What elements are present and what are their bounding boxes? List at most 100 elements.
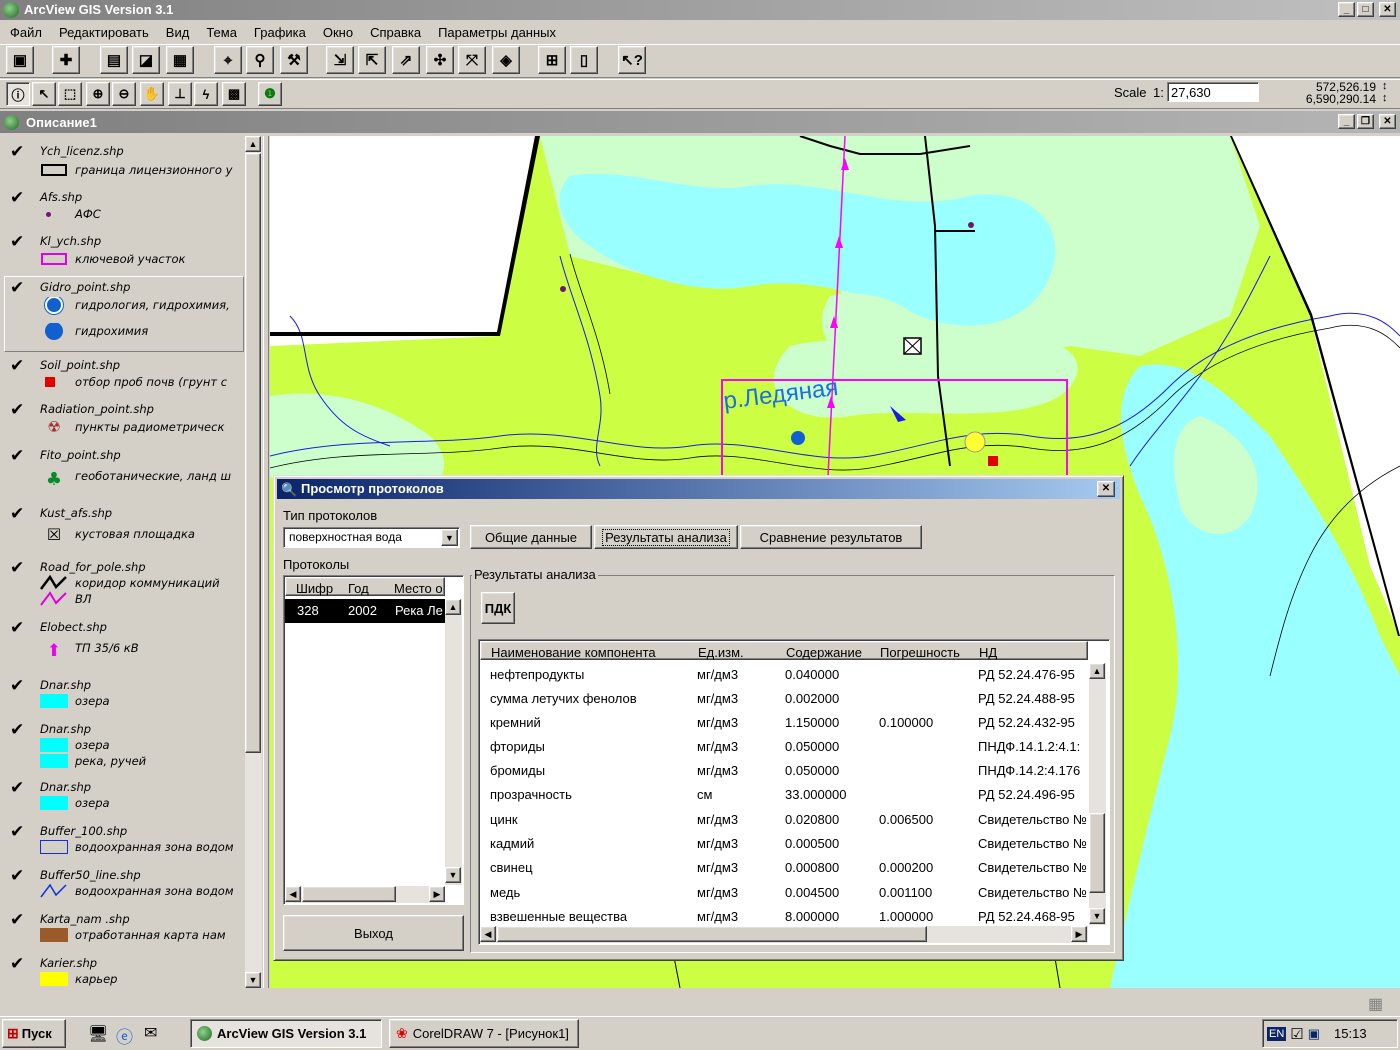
zoom-active-themes-icon[interactable]: ⤧	[458, 46, 486, 74]
pointer-tool-icon[interactable]: ↖	[32, 82, 56, 106]
menu-view[interactable]: Вид	[166, 25, 190, 43]
layer-visible-checkbox[interactable]: ✔	[10, 954, 24, 974]
table-row[interactable]: нефтепродукты мг/дм3 0.040000 РД 52.24.476-…	[480, 663, 1088, 687]
pdk-button[interactable]: ПДК	[481, 592, 515, 624]
tab-general-data[interactable]: Общие данные	[470, 525, 592, 549]
view-minimize-button[interactable]: _	[1338, 114, 1355, 129]
legend-scrollbar[interactable]: ▲ ▼	[245, 136, 262, 988]
zoom-full-extent-icon[interactable]: ✣	[426, 46, 454, 74]
minimize-button[interactable]: _	[1338, 2, 1355, 17]
scroll-thumb[interactable]	[245, 153, 261, 753]
col-nd-header[interactable]: НД	[979, 645, 997, 660]
layer-visible-checkbox[interactable]: ✔	[10, 446, 24, 466]
layer-visible-checkbox[interactable]: ✔	[10, 142, 24, 162]
protocol-row[interactable]: 328 2002 Река Ле	[285, 599, 445, 623]
vertex-edit-tool-icon[interactable]: ⬚	[58, 82, 82, 106]
table-row[interactable]: взвешенные вещества мг/дм3 8.000000 1.00000…	[480, 905, 1088, 925]
identify-tool-icon[interactable]: ⓘ	[6, 82, 30, 106]
show-desktop-icon[interactable]: 🖥	[88, 1024, 108, 1044]
layer-visible-checkbox[interactable]: ✔	[10, 356, 24, 376]
layer-visible-checkbox[interactable]: ✔	[10, 188, 24, 208]
col-place-header[interactable]: Место о	[394, 581, 446, 596]
scroll-down-icon[interactable]: ▼	[445, 867, 461, 883]
close-button[interactable]: ✕	[1379, 2, 1396, 17]
table-row[interactable]: бромиды мг/дм3 0.050000 ПНДФ.14.2:4.176	[480, 759, 1088, 783]
table-row[interactable]: кремний мг/дм3 1.150000 0.100000 РД 52.24.43…	[480, 711, 1088, 735]
menu-edit[interactable]: Редактировать	[59, 25, 149, 43]
view-close-button[interactable]: ✕	[1379, 114, 1396, 129]
ie-icon[interactable]: ⓔ	[116, 1023, 133, 1048]
save-project-icon[interactable]: ▣	[6, 46, 34, 74]
checkbox-tray-icon[interactable]: ☑	[1290, 1025, 1303, 1043]
zoom-in-tool-icon[interactable]: ⊕	[86, 82, 110, 106]
splitter[interactable]	[263, 136, 269, 988]
protocols-vscroll[interactable]: ▲ ▼	[445, 599, 462, 885]
table-row[interactable]: цинк мг/дм3 0.020800 0.006500 Свидетельство …	[480, 808, 1088, 832]
scroll-right-icon[interactable]: ▶	[1071, 926, 1087, 942]
scroll-thumb[interactable]	[1089, 813, 1105, 893]
protocols-hscroll[interactable]: ◀ ▶	[285, 886, 445, 903]
layer-visible-checkbox[interactable]: ✔	[10, 720, 24, 740]
col-error-header[interactable]: Погрешность	[880, 645, 960, 660]
scroll-thumb[interactable]	[302, 886, 396, 902]
layer-visible-checkbox[interactable]: ✔	[10, 676, 24, 696]
results-hscroll[interactable]: ◀ ▶	[480, 926, 1088, 943]
layer-visible-checkbox[interactable]: ✔	[10, 504, 24, 524]
help-cursor-icon[interactable]: ↖?	[618, 46, 646, 74]
scroll-left-icon[interactable]: ◀	[285, 886, 301, 902]
chevron-down-icon[interactable]: ▼	[441, 529, 458, 546]
layer-visible-checkbox[interactable]: ✔	[10, 618, 24, 638]
network-tray-icon[interactable]: ▣	[1308, 1026, 1320, 1042]
measure-tool-icon[interactable]: ⊥	[168, 82, 192, 106]
zoom-selected-icon[interactable]: ◈	[492, 46, 520, 74]
table-row[interactable]: прозрачность см 33.000000 РД 52.24.496-95	[480, 783, 1088, 807]
dialog-close-button[interactable]: ✕	[1097, 481, 1115, 497]
query-builder-icon[interactable]: ⇲	[326, 46, 354, 74]
layer-visible-checkbox[interactable]: ✔	[10, 778, 24, 798]
col-unit-header[interactable]: Ед.изм.	[698, 645, 744, 660]
scale-input[interactable]	[1167, 82, 1259, 102]
scroll-down-icon[interactable]: ▼	[1089, 908, 1105, 924]
col-code-header[interactable]: Шифр	[296, 581, 333, 596]
task-coreldraw[interactable]: ❀ CorelDRAW 7 - [Рисунок1]	[389, 1019, 579, 1048]
scroll-thumb[interactable]	[497, 926, 927, 942]
protocols-list[interactable]: Шифр Год Место о 328 2002 Река Ле ▲ ▼ ◀ …	[283, 575, 464, 905]
menu-file[interactable]: Файл	[10, 25, 42, 43]
results-table[interactable]: Наименование компонента Ед.изм. Содержан…	[478, 639, 1110, 945]
col-year-header[interactable]: Год	[348, 581, 369, 596]
menu-theme[interactable]: Тема	[206, 25, 237, 43]
col-component-header[interactable]: Наименование компонента	[491, 645, 656, 660]
hotlink-tool-icon[interactable]: ϟ	[194, 82, 218, 106]
scroll-up-icon[interactable]: ▲	[245, 136, 261, 152]
layer-visible-checkbox[interactable]: ✔	[10, 822, 24, 842]
menu-data-params[interactable]: Параметры данных	[438, 25, 556, 43]
edit-legend-icon[interactable]: ◪	[132, 46, 160, 74]
scroll-up-icon[interactable]: ▲	[1089, 663, 1105, 679]
layer-visible-checkbox[interactable]: ✔	[10, 866, 24, 886]
menu-graphics[interactable]: Графика	[254, 25, 306, 43]
scroll-left-icon[interactable]: ◀	[480, 926, 496, 942]
add-theme-icon[interactable]: ✚	[52, 46, 80, 74]
scroll-up-icon[interactable]: ▲	[445, 599, 461, 615]
start-button[interactable]: ⊞ Пуск	[2, 1019, 66, 1048]
info-tool-icon[interactable]: ❶	[258, 82, 282, 106]
theme-properties-icon[interactable]: ▤	[100, 46, 128, 74]
tab-analysis-results[interactable]: Результаты анализа	[594, 525, 738, 549]
maximize-button[interactable]: □	[1357, 2, 1374, 17]
pan-tool-icon[interactable]: ✋	[140, 82, 164, 106]
find-icon[interactable]: ⌖	[214, 46, 242, 74]
layer-visible-checkbox[interactable]: ✔	[10, 232, 24, 252]
tab-compare-results[interactable]: Сравнение результатов	[740, 525, 922, 549]
menu-window[interactable]: Окно	[323, 25, 353, 43]
resize-grip-icon[interactable]: ▦	[1368, 994, 1383, 1014]
open-table-icon[interactable]: ▦	[166, 46, 194, 74]
locate-address-icon[interactable]: ⚲	[246, 46, 274, 74]
hot-link-icon[interactable]: ⚒	[280, 46, 308, 74]
results-vscroll[interactable]: ▲ ▼	[1089, 663, 1106, 925]
language-indicator[interactable]: EN	[1267, 1026, 1287, 1041]
exit-button[interactable]: Выход	[283, 915, 464, 951]
col-value-header[interactable]: Содержание	[786, 645, 862, 660]
task-arcview[interactable]: ArcView GIS Version 3.1	[190, 1019, 382, 1048]
menu-help[interactable]: Справка	[370, 25, 421, 43]
outlook-icon[interactable]: ✉	[144, 1023, 157, 1043]
